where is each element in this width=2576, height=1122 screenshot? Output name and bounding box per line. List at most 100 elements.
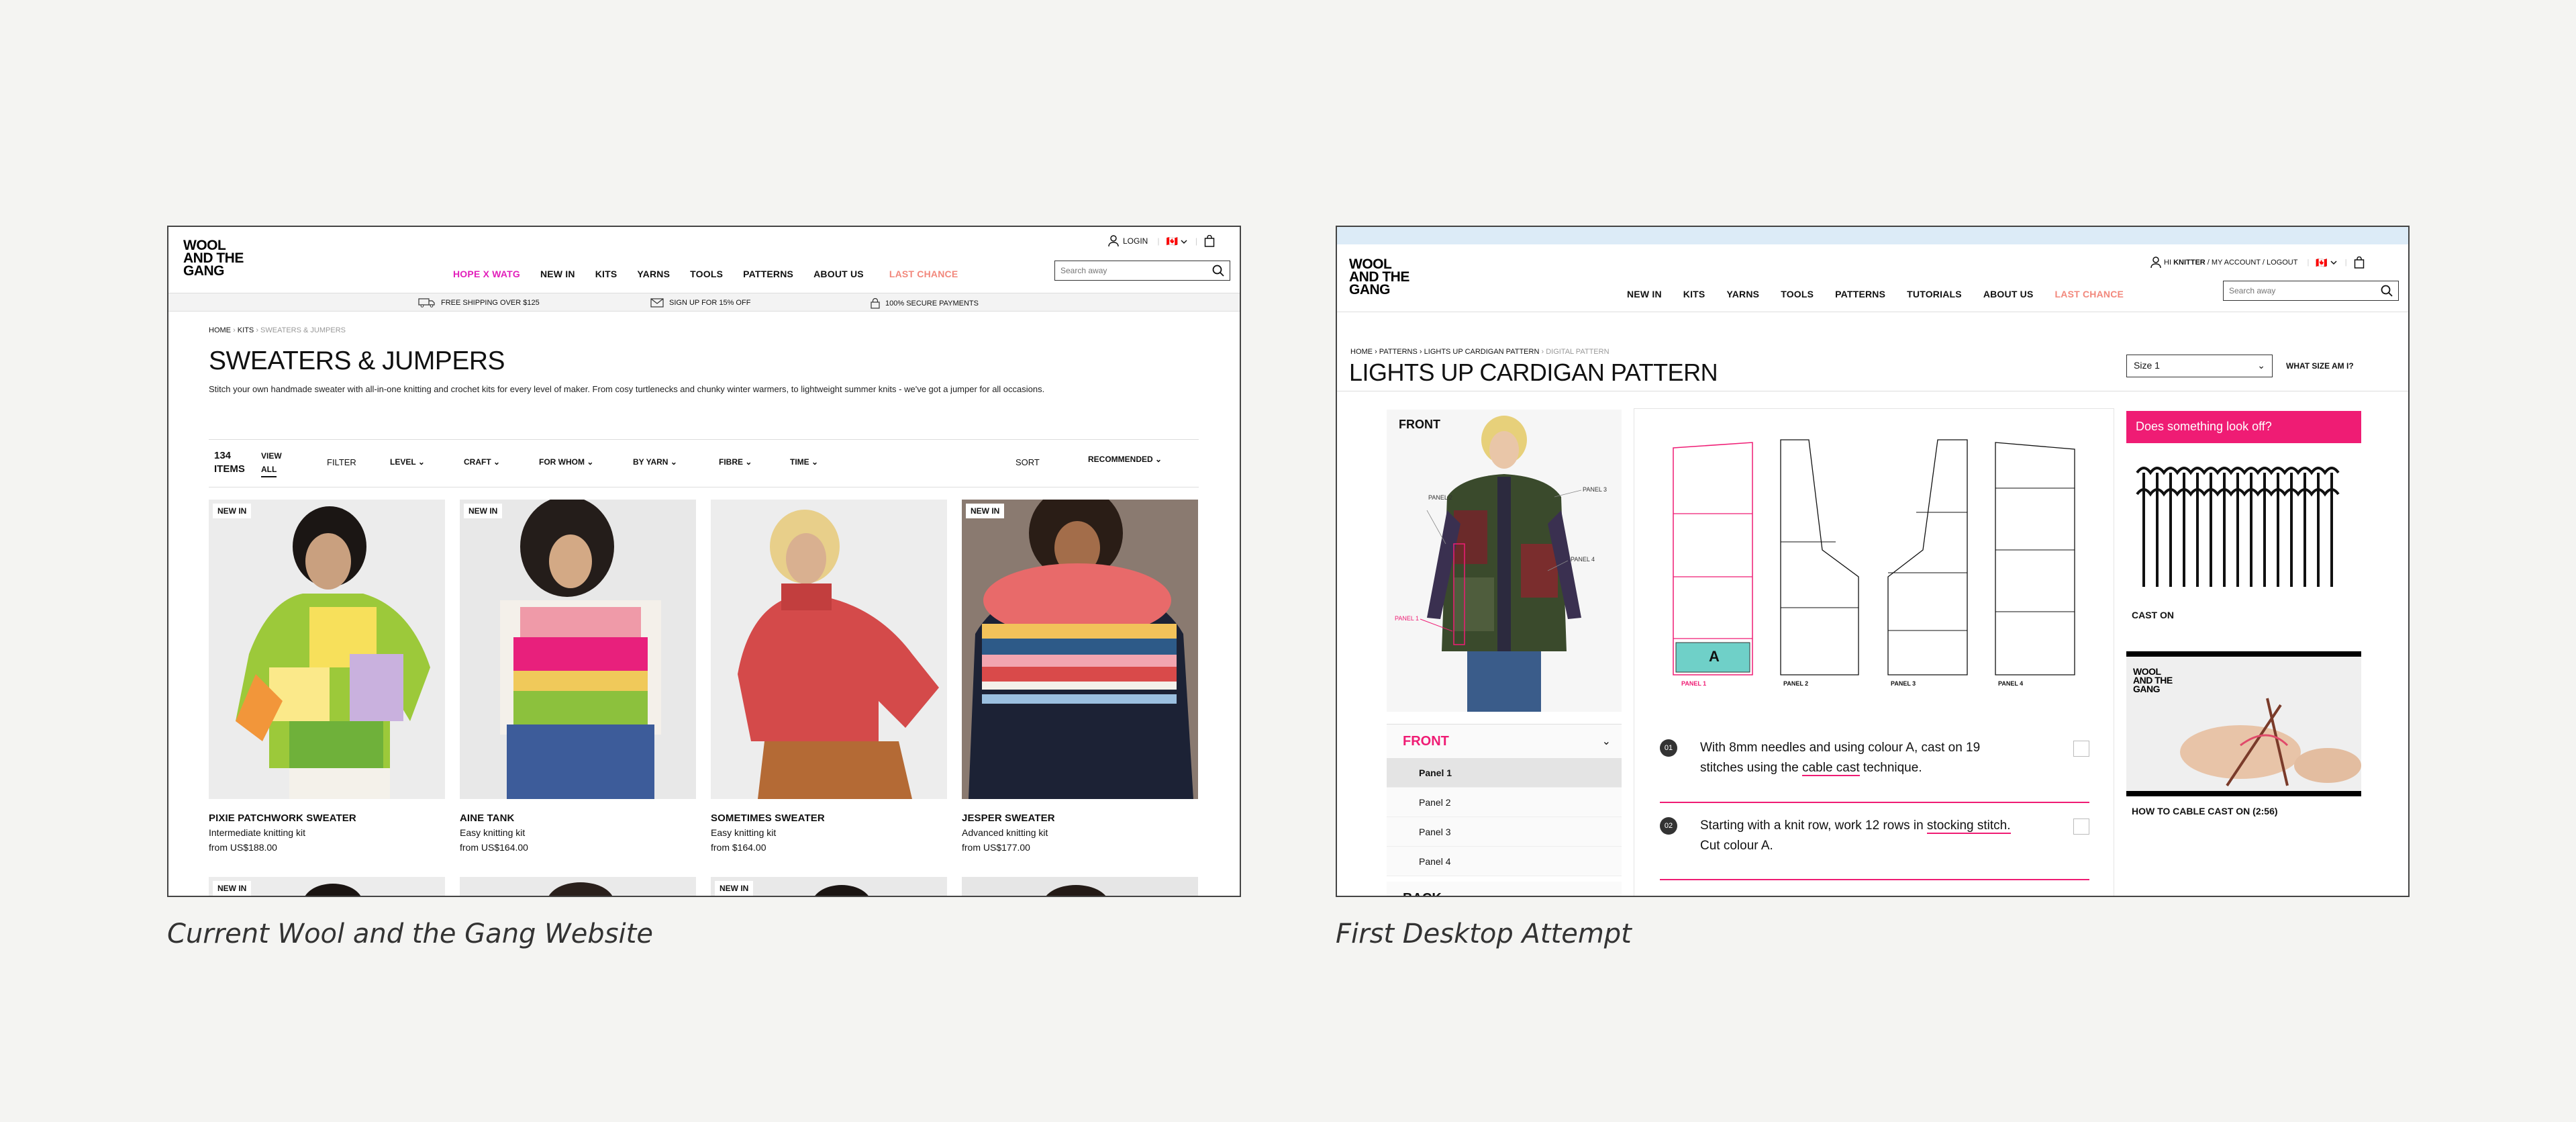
sort-select[interactable]: RECOMMENDED ⌄ bbox=[1088, 455, 1162, 464]
size-select[interactable]: Size 1 ⌄ bbox=[2126, 355, 2273, 377]
search-box bbox=[2223, 281, 2399, 301]
product-name[interactable]: JESPER SWEATER bbox=[962, 812, 1198, 824]
nav-item-tools[interactable]: TOOLS bbox=[1781, 289, 1814, 299]
filter-level-label: LEVEL bbox=[390, 457, 416, 467]
size-select-value: Size 1 bbox=[2134, 360, 2160, 371]
bag-icon[interactable] bbox=[1204, 235, 1215, 247]
nav-item-kits[interactable]: KITS bbox=[595, 269, 617, 279]
product-card[interactable]: NEW IN JESPER SWEATER Advanced knitting … bbox=[962, 500, 1198, 853]
product-price: from US$177.00 bbox=[962, 842, 1030, 853]
product-image[interactable]: NEW IN bbox=[962, 500, 1198, 799]
step-checkbox[interactable] bbox=[2073, 741, 2089, 757]
nav-item-yarns[interactable]: YARNS bbox=[637, 269, 670, 279]
promo-signup[interactable]: SIGN UP FOR 15% OFF bbox=[650, 298, 750, 308]
accordion-item-panel-1[interactable]: Panel 1 bbox=[1387, 758, 1622, 788]
item-count: 134 ITEMS bbox=[214, 449, 245, 476]
nav-item-new-in[interactable]: NEW IN bbox=[1627, 289, 1662, 299]
step-number: 02 bbox=[1660, 817, 1677, 835]
tutorial-video[interactable]: WOOL AND THE GANG bbox=[2126, 651, 2361, 796]
nav-item-patterns[interactable]: PATTERNS bbox=[1835, 289, 1885, 299]
flag-icon[interactable]: 🇨🇦 bbox=[2316, 257, 2327, 269]
chevron-down-icon: ⌄ bbox=[2257, 360, 2265, 371]
product-card[interactable] bbox=[962, 877, 1198, 896]
breadcrumb-home[interactable]: HOME bbox=[1350, 348, 1373, 356]
accordion-item-panel-2[interactable]: Panel 2 bbox=[1387, 788, 1622, 817]
breadcrumb-pattern[interactable]: LIGHTS UP CARDIGAN PATTERN bbox=[1424, 348, 1540, 356]
cable-cast-link[interactable]: cable cast bbox=[1802, 761, 1860, 776]
filter-for-whom[interactable]: FOR WHOM ⌄ bbox=[539, 457, 593, 467]
breadcrumb-home[interactable]: HOME bbox=[209, 326, 231, 334]
account-links[interactable]: / MY ACCOUNT / LOGOUT bbox=[2206, 259, 2298, 267]
breadcrumb-patterns[interactable]: PATTERNS bbox=[1379, 348, 1418, 356]
login-link[interactable]: LOGIN bbox=[1123, 236, 1148, 246]
divider: | bbox=[1157, 236, 1160, 246]
filter-by-yarn[interactable]: BY YARN ⌄ bbox=[633, 457, 677, 467]
count-label: ITEMS bbox=[214, 463, 245, 475]
bag-icon[interactable] bbox=[2354, 256, 2365, 269]
breadcrumb-kits[interactable]: KITS bbox=[238, 326, 254, 334]
chevron-down-icon[interactable] bbox=[2330, 259, 2337, 267]
nav-item-kits[interactable]: KITS bbox=[1683, 289, 1705, 299]
video-title[interactable]: HOW TO CABLE CAST ON (2:56) bbox=[2132, 806, 2278, 816]
search-icon[interactable] bbox=[1212, 265, 1224, 277]
accordion-front-header[interactable]: FRONT ⌄ bbox=[1387, 724, 1622, 758]
product-name[interactable]: SOMETIMES SWEATER bbox=[711, 812, 947, 824]
nav-item-tutorials[interactable]: TUTORIALS bbox=[1907, 289, 1962, 299]
product-card[interactable]: SOMETIMES SWEATER Easy knitting kit from… bbox=[711, 500, 947, 853]
product-card[interactable]: NEW IN bbox=[711, 877, 947, 896]
promo-shipping[interactable]: FREE SHIPPING OVER $125 bbox=[418, 298, 540, 308]
filter-craft[interactable]: CRAFT ⌄ bbox=[464, 457, 500, 467]
promo-secure[interactable]: 100% SECURE PAYMENTS bbox=[871, 298, 979, 309]
product-card[interactable]: NEW IN PIXIE PATCHWORK SWEATER Intermedi… bbox=[209, 500, 445, 853]
filter-by-yarn-label: BY YARN bbox=[633, 457, 668, 467]
step-checkbox[interactable] bbox=[2073, 819, 2089, 835]
site-logo[interactable]: WOOL AND THE GANG bbox=[183, 238, 244, 278]
report-issue-banner[interactable]: Does something look off? bbox=[2126, 411, 2361, 443]
product-image[interactable] bbox=[711, 500, 947, 799]
filter-fibre[interactable]: FIBRE ⌄ bbox=[719, 457, 752, 467]
aine-tank-photo bbox=[460, 500, 696, 799]
view-all-link[interactable]: VIEW ALL bbox=[261, 449, 282, 477]
site-logo[interactable]: WOOL AND THE GANG bbox=[1349, 257, 1409, 297]
size-guide-link[interactable]: WHAT SIZE AM I? bbox=[2286, 361, 2354, 371]
accordion-back-header[interactable]: BACK › bbox=[1387, 882, 1622, 896]
lock-icon bbox=[871, 298, 880, 309]
product-name[interactable]: AINE TANK bbox=[460, 812, 696, 824]
nav-item-hope-x-watg[interactable]: HOPE X WATG bbox=[453, 269, 520, 279]
greeting-name: KNITTER bbox=[2173, 259, 2206, 267]
nav-item-tools[interactable]: TOOLS bbox=[690, 269, 723, 279]
nav-item-patterns[interactable]: PATTERNS bbox=[743, 269, 793, 279]
product-image[interactable]: NEW IN bbox=[209, 500, 445, 799]
product-card[interactable] bbox=[460, 877, 696, 896]
accordion-item-panel-4[interactable]: Panel 4 bbox=[1387, 847, 1622, 876]
user-icon[interactable] bbox=[1108, 235, 1119, 247]
product-image[interactable]: NEW IN bbox=[460, 500, 696, 799]
main-nav: HOPE X WATG NEW IN KITS YARNS TOOLS PATT… bbox=[453, 269, 958, 279]
chevron-down-icon: ⌄ bbox=[417, 457, 425, 467]
nav-item-last-chance[interactable]: LAST CHANCE bbox=[889, 269, 958, 279]
stocking-stitch-link[interactable]: stocking stitch. bbox=[1926, 819, 2011, 834]
new-in-badge: NEW IN bbox=[715, 881, 754, 896]
user-icon[interactable] bbox=[2150, 256, 2161, 269]
filter-time[interactable]: TIME ⌄ bbox=[790, 457, 818, 467]
caption-current-website: Current Wool and the Gang Website bbox=[167, 919, 653, 949]
nav-item-yarns[interactable]: YARNS bbox=[1726, 289, 1759, 299]
filter-level[interactable]: LEVEL ⌄ bbox=[390, 457, 425, 467]
chevron-down-icon: ⌄ bbox=[745, 457, 752, 467]
nav-item-new-in[interactable]: NEW IN bbox=[540, 269, 575, 279]
search-icon[interactable] bbox=[2381, 285, 2393, 297]
search-input[interactable] bbox=[1060, 266, 1192, 275]
nav-item-about-us[interactable]: ABOUT US bbox=[1983, 289, 2034, 299]
product-name[interactable]: PIXIE PATCHWORK SWEATER bbox=[209, 812, 445, 824]
accordion-item-panel-3[interactable]: Panel 3 bbox=[1387, 817, 1622, 847]
breadcrumb-sep: › bbox=[233, 326, 238, 334]
product-card[interactable]: NEW IN AINE TANK Easy knitting kit from … bbox=[460, 500, 696, 853]
product-card[interactable]: NEW IN bbox=[209, 877, 445, 896]
nav-item-about-us[interactable]: ABOUT US bbox=[813, 269, 864, 279]
nav-item-last-chance[interactable]: LAST CHANCE bbox=[2055, 289, 2124, 299]
page-title: SWEATERS & JUMPERS bbox=[209, 346, 505, 375]
search-input[interactable] bbox=[2229, 286, 2361, 295]
chevron-down-icon[interactable] bbox=[1181, 236, 1187, 246]
sort-value: RECOMMENDED bbox=[1088, 455, 1153, 464]
flag-icon[interactable]: 🇨🇦 bbox=[1166, 236, 1177, 247]
